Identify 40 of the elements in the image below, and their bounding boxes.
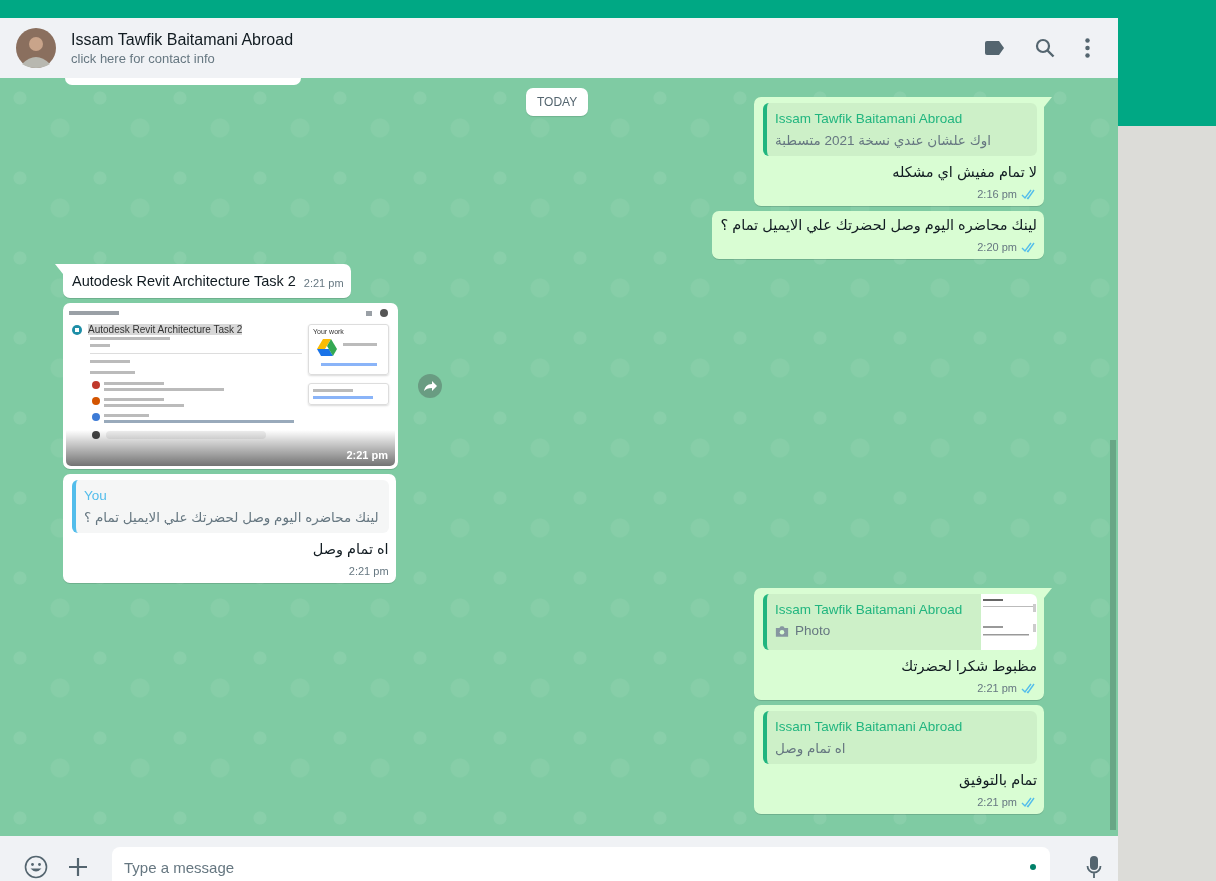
message-input-field[interactable]: Type a message [112, 847, 1050, 881]
message-time: 2:20 pm [977, 241, 1017, 253]
message-text: Autodesk Revit Architecture Task 2 [72, 273, 296, 289]
message-time: 2:21 pm [977, 796, 1017, 808]
label-icon[interactable] [985, 38, 1005, 58]
message-time: 2:21 pm [303, 277, 344, 289]
contact-info-link[interactable]: click here for contact info [71, 50, 985, 66]
emoji-icon[interactable] [24, 855, 48, 879]
quote-author: You [84, 488, 108, 503]
quote-text: لينك محاضره اليوم وصل لحضرتك علي الايميل تمام ؟ [84, 509, 379, 525]
message-time: 2:21 pm [66, 430, 395, 466]
message-time: 2:16 pm [977, 188, 1017, 200]
plus-icon[interactable] [66, 855, 90, 879]
thumbnail-drawing [981, 594, 1037, 650]
quote-text: اه تمام وصل [775, 740, 847, 756]
message-text: لينك محاضره اليوم وصل لحضرتك علي الايميل تمام ؟ [720, 217, 1037, 233]
status-dot [1030, 864, 1036, 870]
quoted-message[interactable]: Issam Tawfik Baitamani Abroad Photo [763, 594, 1037, 650]
forward-icon[interactable] [418, 374, 442, 398]
quote-text: اوك علشان عندي نسخة 2021 متسطبة [775, 132, 993, 148]
date-chip: TODAY [526, 88, 589, 116]
search-icon[interactable] [1035, 38, 1055, 58]
assignment-icon [72, 324, 82, 335]
message-text: تمام بالتوفيق [958, 772, 1037, 788]
camera-icon [775, 624, 789, 637]
menu-icon[interactable] [1085, 38, 1090, 58]
microphone-icon[interactable] [1086, 855, 1102, 879]
quote-author: Issam Tawfik Baitamani Abroad [775, 719, 964, 734]
scrollbar[interactable] [1110, 440, 1116, 830]
avatar[interactable] [16, 28, 56, 68]
quote-author: Issam Tawfik Baitamani Abroad [775, 602, 964, 617]
message-time: 2:21 pm [977, 682, 1017, 694]
contact-name[interactable]: Issam Tawfik Baitamani Abroad [71, 30, 985, 49]
quote-text: Photo [795, 623, 831, 638]
quote-author: Issam Tawfik Baitamani Abroad [775, 111, 964, 126]
assignment-title: Autodesk Revit Architecture Task 2 [88, 324, 243, 335]
message-time: 2:21 pm [348, 565, 389, 577]
message-text: لا تمام مفيش اي مشكله [891, 164, 1037, 180]
message-text: مظبوط شكرا لحضرتك [900, 658, 1037, 674]
message-text: اه تمام وصل [311, 541, 389, 557]
